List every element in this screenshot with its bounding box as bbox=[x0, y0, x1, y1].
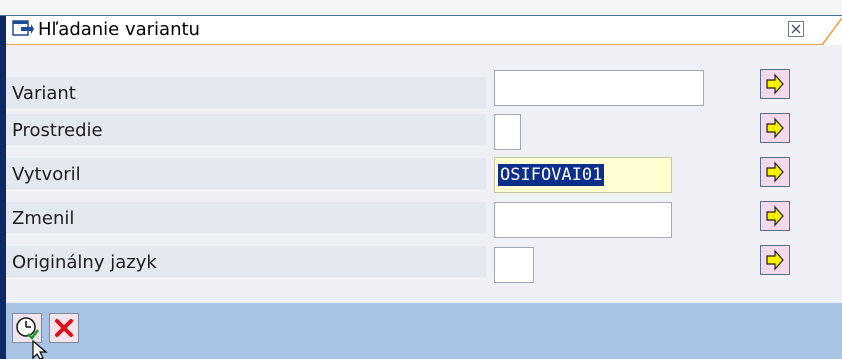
dialog-window-icon bbox=[12, 20, 34, 36]
environment-label: Prostredie bbox=[12, 120, 103, 141]
changed-by-input[interactable] bbox=[494, 202, 672, 238]
top-strip bbox=[0, 0, 842, 16]
environment-multiple-selection-button[interactable] bbox=[760, 113, 790, 143]
field-row-original-language: Originálny jazyk bbox=[6, 246, 486, 279]
original-language-label: Originálny jazyk bbox=[12, 252, 157, 273]
title-bar-slant bbox=[808, 16, 842, 45]
created-by-label: Vytvoril bbox=[12, 164, 81, 185]
variant-multiple-selection-button[interactable] bbox=[760, 69, 790, 99]
original-language-multiple-selection-button[interactable] bbox=[760, 245, 790, 275]
arrow-right-icon bbox=[766, 161, 784, 183]
original-language-input[interactable] bbox=[494, 247, 534, 283]
dialog-title: Hľadanie variantu bbox=[38, 19, 200, 40]
arrow-right-icon bbox=[766, 117, 784, 139]
field-row-variant: Variant bbox=[6, 77, 486, 110]
variant-input[interactable] bbox=[494, 70, 704, 106]
created-by-input[interactable]: OSIFOVAI01 bbox=[494, 157, 672, 193]
created-by-multiple-selection-button[interactable] bbox=[760, 157, 790, 187]
field-row-changed-by: Zmenil bbox=[6, 202, 486, 235]
variant-label: Variant bbox=[12, 83, 76, 104]
arrow-right-icon bbox=[766, 249, 784, 271]
field-row-created-by: Vytvoril bbox=[6, 158, 486, 191]
created-by-value: OSIFOVAI01 bbox=[498, 164, 605, 186]
changed-by-label: Zmenil bbox=[12, 208, 75, 229]
close-icon bbox=[791, 24, 801, 34]
mouse-pointer-icon bbox=[32, 340, 48, 359]
screen: Hľadanie variantu Variant Prostredie Vyt… bbox=[0, 0, 842, 359]
arrow-right-icon bbox=[766, 205, 784, 227]
cancel-icon bbox=[55, 319, 73, 337]
cancel-button[interactable] bbox=[49, 313, 79, 343]
execute-icon bbox=[16, 317, 39, 340]
dialog-footer-toolbar bbox=[6, 303, 842, 359]
changed-by-multiple-selection-button[interactable] bbox=[760, 201, 790, 231]
arrow-right-icon bbox=[766, 73, 784, 95]
close-button[interactable] bbox=[788, 21, 804, 37]
environment-input[interactable] bbox=[494, 114, 521, 150]
field-row-environment: Prostredie bbox=[6, 114, 486, 147]
execute-button[interactable] bbox=[12, 313, 42, 343]
